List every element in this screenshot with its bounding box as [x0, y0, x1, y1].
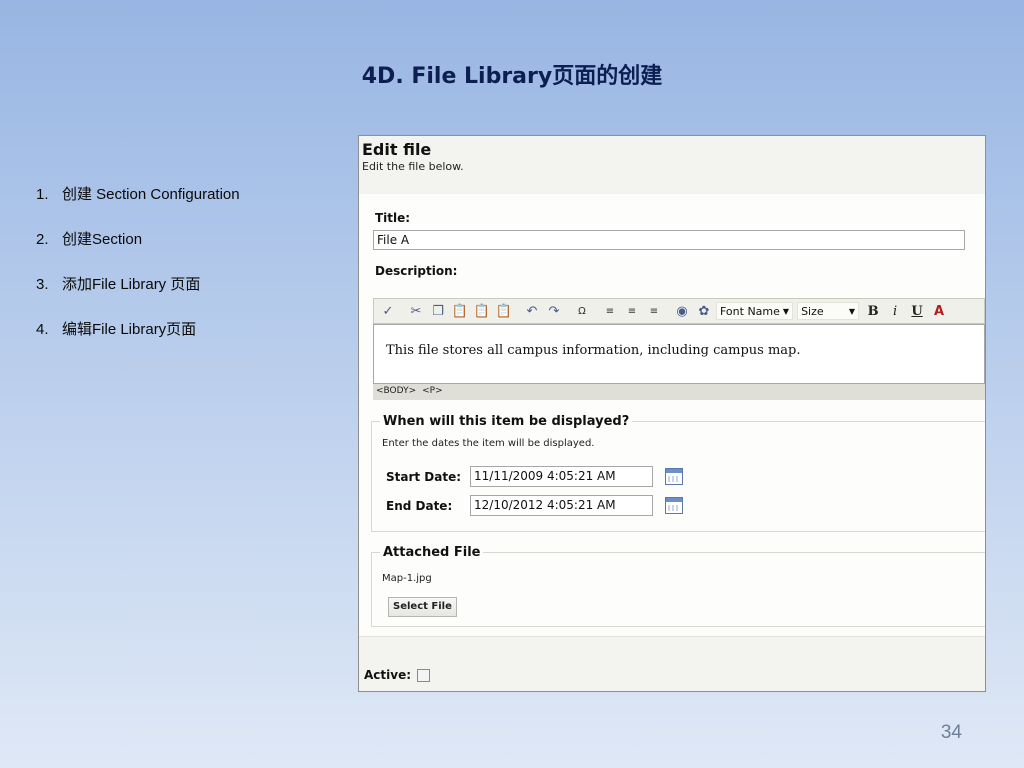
paste-word-icon[interactable]: 📋: [494, 302, 514, 320]
tag-body[interactable]: <BODY>: [376, 386, 416, 396]
page-number: 34: [940, 722, 962, 743]
end-date-label: End Date:: [386, 498, 453, 513]
chevron-down-icon: ▼: [782, 306, 790, 316]
align-center-icon[interactable]: ≡: [622, 302, 642, 320]
step-number: 3.: [36, 276, 49, 293]
end-date-input[interactable]: 12/10/2012 4:05:21 AM: [470, 495, 653, 516]
step-text: 添加File Library 页面: [62, 276, 201, 293]
step-number: 4.: [36, 321, 49, 338]
start-date-label: Start Date:: [386, 469, 462, 484]
attached-file-fieldset: Attached File Map-1.jpg Select File: [371, 545, 985, 627]
display-description: Enter the dates the item will be display…: [382, 438, 595, 449]
step-number: 2.: [36, 231, 49, 248]
step-text: 创建 Section Configuration: [62, 186, 240, 203]
special-char-icon[interactable]: Ω: [572, 302, 592, 320]
active-row: Active:: [364, 668, 431, 682]
tag-path-bar: <BODY> <P>: [373, 384, 985, 400]
panel-header: Edit file Edit the file below.: [359, 136, 985, 194]
align-left-icon[interactable]: ≡: [600, 302, 620, 320]
start-date-input[interactable]: 11/11/2009 4:05:21 AM: [470, 466, 653, 487]
slide-title: 4D. File Library页面的创建: [361, 64, 663, 89]
editor-toolbar: ✓ ✂ ❐ 📋 📋 📋 ↶ ↷ Ω ≡ ≡ ≡ ◉ ✿ Font Name ▼ S…: [373, 298, 985, 324]
paste-icon[interactable]: 📋: [450, 302, 470, 320]
edit-file-screenshot: Edit file Edit the file below. Title: Fi…: [358, 135, 986, 692]
spellcheck-icon[interactable]: ✓: [378, 302, 398, 320]
panel-subheading: Edit the file below.: [362, 160, 464, 173]
font-name-label: Font Name: [720, 304, 780, 318]
list-item: 1. 创建 Section Configuration: [36, 184, 240, 229]
bottom-strip: [359, 636, 985, 691]
link-icon[interactable]: ◉: [672, 302, 692, 320]
font-color-button[interactable]: A: [929, 302, 949, 320]
end-date-row: End Date: 12/10/2012 4:05:21 AM: [386, 495, 683, 516]
step-text: 编辑File Library页面: [62, 321, 197, 338]
description-editor[interactable]: This file stores all campus information,…: [373, 324, 985, 384]
size-dropdown[interactable]: Size ▼: [797, 302, 860, 320]
calendar-icon[interactable]: [665, 497, 683, 514]
description-label: Description:: [375, 264, 458, 278]
start-date-row: Start Date: 11/11/2009 4:05:21 AM: [386, 466, 683, 487]
bold-button[interactable]: B: [863, 302, 883, 320]
step-number: 1.: [36, 186, 49, 203]
calendar-icon[interactable]: [665, 468, 683, 485]
image-icon[interactable]: ✿: [694, 302, 714, 320]
undo-icon[interactable]: ↶: [522, 302, 542, 320]
editor-text: This file stores all campus information,…: [386, 343, 801, 358]
cut-icon[interactable]: ✂: [406, 302, 426, 320]
paste-text-icon[interactable]: 📋: [472, 302, 492, 320]
font-name-dropdown[interactable]: Font Name ▼: [716, 302, 794, 320]
active-checkbox[interactable]: [417, 668, 431, 682]
active-label: Active:: [364, 668, 412, 682]
list-item: 2. 创建Section: [36, 229, 240, 274]
underline-button[interactable]: U: [907, 302, 927, 320]
title-input[interactable]: File A: [373, 230, 965, 250]
display-legend: When will this item be displayed?: [380, 414, 633, 429]
select-file-button[interactable]: Select File: [388, 597, 457, 617]
display-dates-fieldset: When will this item be displayed? Enter …: [371, 414, 985, 532]
step-text: 创建Section: [62, 231, 143, 248]
panel-heading: Edit file: [362, 140, 432, 159]
list-item: 3. 添加File Library 页面: [36, 274, 240, 319]
chevron-down-icon: ▼: [848, 306, 856, 316]
align-right-icon[interactable]: ≡: [644, 302, 664, 320]
attached-legend: Attached File: [380, 545, 484, 560]
tag-p[interactable]: <P>: [422, 386, 443, 396]
steps-list: 1. 创建 Section Configuration 2. 创建Section 3…: [36, 184, 240, 364]
title-label: Title:: [375, 211, 411, 225]
redo-icon[interactable]: ↷: [544, 302, 564, 320]
italic-button[interactable]: i: [885, 302, 905, 320]
copy-icon[interactable]: ❐: [428, 302, 448, 320]
attached-file-name: Map-1.jpg: [382, 573, 432, 584]
size-label: Size: [801, 304, 824, 318]
list-item: 4. 编辑File Library页面: [36, 319, 240, 364]
